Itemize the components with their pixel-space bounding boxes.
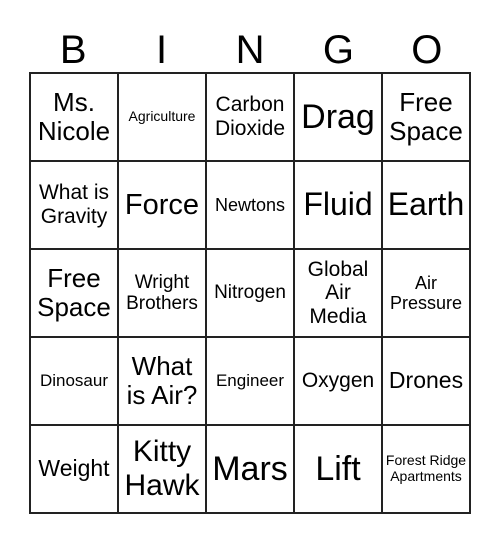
bingo-grid: Ms. Nicole Agriculture Carbon Dioxide Drag F…	[29, 72, 471, 514]
bingo-cell-text: Wright Brothers	[126, 271, 198, 314]
bingo-cell-text: Kitty Hawk	[124, 435, 200, 502]
bingo-cell-text: Oxygen	[301, 369, 375, 393]
bingo-cell[interactable]: Engineer	[206, 337, 294, 425]
bingo-cell[interactable]: What is Gravity	[30, 161, 118, 249]
bingo-cell-text: Agriculture	[128, 108, 196, 125]
bingo-cell-text: Free Space	[37, 262, 111, 322]
header-letter-o: O	[411, 28, 443, 72]
bingo-cell-text: Dinosaur	[39, 371, 109, 391]
bingo-cell[interactable]: Ms. Nicole	[30, 73, 118, 161]
bingo-cell[interactable]: Earth	[382, 161, 470, 249]
bingo-cell-text: Global Air Media	[307, 257, 369, 328]
header-letter-b: B	[59, 28, 87, 72]
bingo-cell-text: Lift	[315, 449, 361, 488]
bingo-header: B I N G O	[29, 28, 471, 72]
bingo-cell-text: Nitrogen	[214, 282, 286, 304]
bingo-cell-text: Ms. Nicole	[37, 86, 111, 146]
bingo-cell[interactable]: Free Space	[382, 73, 470, 161]
bingo-cell[interactable]: What is Air?	[118, 337, 206, 425]
bingo-cell[interactable]: Force	[118, 161, 206, 249]
bingo-cell[interactable]: Kitty Hawk	[118, 425, 206, 513]
bingo-cell[interactable]: Lift	[294, 425, 382, 513]
bingo-cell[interactable]: Drag	[294, 73, 382, 161]
bingo-cell[interactable]: Dinosaur	[30, 337, 118, 425]
bingo-cell-text: Fluid	[303, 186, 373, 223]
bingo-cell-text: Drag	[301, 97, 375, 136]
bingo-cell-text: Free Space	[389, 86, 463, 146]
bingo-cell-text: Weight	[38, 455, 110, 482]
bingo-cell-text: What is Gravity	[38, 181, 109, 228]
bingo-cell-text: Air Pressure	[389, 272, 463, 313]
bingo-cell-text: Forest Ridge Apartments	[385, 452, 467, 484]
bingo-cell-text: Mars	[212, 449, 288, 488]
bingo-cell[interactable]: Nitrogen	[206, 249, 294, 337]
bingo-cell[interactable]: Mars	[206, 425, 294, 513]
bingo-cell[interactable]: Drones	[382, 337, 470, 425]
bingo-cell[interactable]: Fluid	[294, 161, 382, 249]
bingo-cell[interactable]: Weight	[30, 425, 118, 513]
header-letter-i: I	[156, 28, 168, 72]
bingo-cell-text: Earth	[387, 186, 465, 223]
header-letter-n: N	[235, 28, 265, 72]
bingo-cell[interactable]: Wright Brothers	[118, 249, 206, 337]
bingo-cell[interactable]: Oxygen	[294, 337, 382, 425]
bingo-cell-text: What is Air?	[126, 350, 198, 410]
bingo-cell[interactable]: Agriculture	[118, 73, 206, 161]
bingo-cell-text: Carbon Dioxide	[214, 93, 286, 140]
bingo-cell[interactable]: Forest Ridge Apartments	[382, 425, 470, 513]
bingo-cell[interactable]: Free Space	[30, 249, 118, 337]
bingo-cell[interactable]: Newtons	[206, 161, 294, 249]
bingo-cell[interactable]: Air Pressure	[382, 249, 470, 337]
bingo-cell-text: Drones	[388, 367, 464, 394]
bingo-cell[interactable]: Global Air Media	[294, 249, 382, 337]
bingo-cell[interactable]: Carbon Dioxide	[206, 73, 294, 161]
header-letter-g: G	[322, 28, 354, 72]
bingo-cell-text: Newtons	[214, 194, 286, 215]
bingo-cell-text: Engineer	[215, 371, 285, 391]
bingo-cell-text: Force	[124, 188, 200, 221]
